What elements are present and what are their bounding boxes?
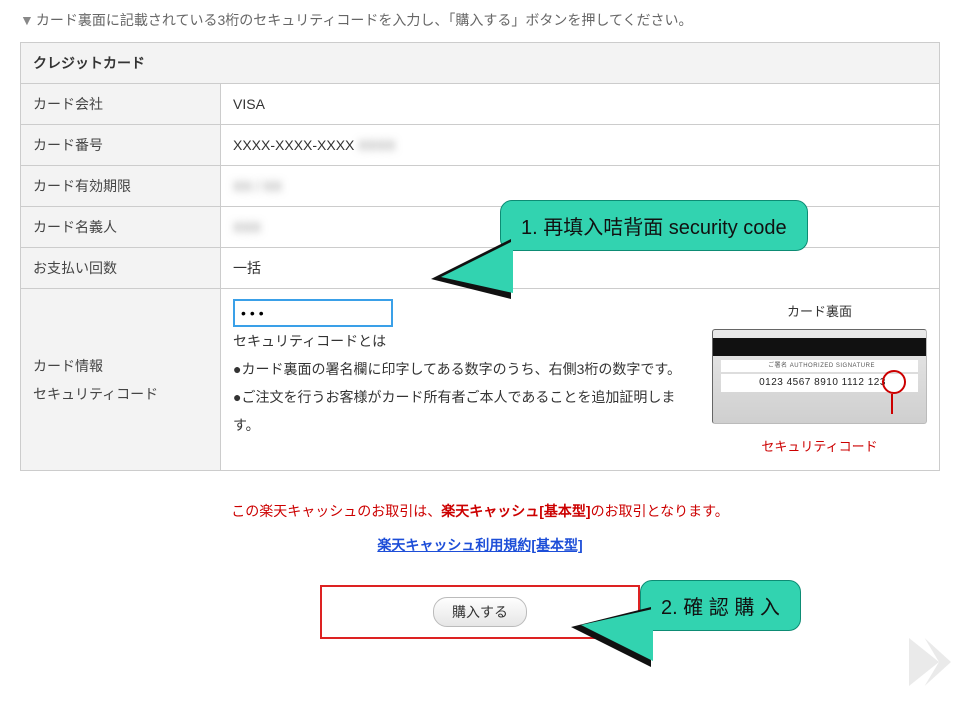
notice-post: のお取引となります。 [591, 503, 729, 519]
notice-pre: この楽天キャッシュのお取引は、 [231, 503, 441, 519]
row-label-number: カード番号 [21, 125, 221, 166]
annotation-callout-1: 1. 再填入咭背面 security code [500, 200, 808, 251]
security-what-is: セキュリティコードとは [233, 327, 692, 355]
row-value-installments: 一括 [221, 248, 940, 289]
security-desc-1: ●カード裏面の署名欄に印字してある数字のうち、右側3桁の数字です。 [233, 355, 692, 383]
next-page-arrow-icon[interactable] [902, 632, 952, 692]
annotation-callout-2: 2. 確 認 購 入 [640, 580, 801, 631]
security-label-line1: カード情報 [33, 358, 103, 374]
row-label-expiry: カード有効期限 [21, 166, 221, 207]
card-back-label: セキュリティコード [712, 434, 927, 460]
terms-link[interactable]: 楽天キャッシュ利用規約[基本型] [20, 535, 940, 555]
card-back-illustration: カード裏面 ご署名 AUTHORIZED SIGNATURE 0123 4567… [712, 299, 927, 460]
card-back-title: カード裏面 [712, 299, 927, 325]
security-code-input[interactable] [233, 299, 393, 327]
triangle-down-icon: ▼ [20, 12, 34, 28]
holder-masked: XXX [233, 219, 261, 235]
magstripe-icon [713, 338, 926, 356]
annotation-callout-1-text: 1. 再填入咭背面 security code [521, 217, 787, 239]
annotation-callout-2-text: 2. 確 認 購 入 [661, 597, 780, 619]
row-label-holder: カード名義人 [21, 207, 221, 248]
buy-button[interactable]: 購入する [433, 597, 527, 627]
top-instruction: ▼カード裏面に記載されている3桁のセキュリティコードを入力し、「購入する」ボタン… [20, 10, 940, 30]
row-label-company: カード会社 [21, 84, 221, 125]
security-code-pointer-icon [891, 394, 893, 414]
row-label-security: カード情報 セキュリティコード [21, 289, 221, 471]
row-value-company: VISA [221, 84, 940, 125]
security-label-line2: セキュリティコード [33, 386, 158, 402]
row-value-number: XXXX-XXXX-XXXX XXXX [221, 125, 940, 166]
row-label-installments: お支払い回数 [21, 248, 221, 289]
card-number-prefix: XXXX-XXXX-XXXX [233, 137, 354, 153]
instruction-text: カード裏面に記載されている3桁のセキュリティコードを入力し、「購入する」ボタンを… [36, 12, 693, 28]
table-header: クレジットカード [21, 43, 940, 84]
transaction-notice: この楽天キャッシュのお取引は、楽天キャッシュ[基本型]のお取引となります。 [20, 501, 940, 521]
expiry-masked: XX / XX [233, 178, 282, 194]
security-desc-2: ●ご注文を行うお客様がカード所有者ご本人であることを追加証明します。 [233, 383, 692, 439]
notice-bold: 楽天キャッシュ[基本型] [441, 503, 590, 519]
security-code-circle-icon [882, 370, 906, 394]
card-back-image: ご署名 AUTHORIZED SIGNATURE 0123 4567 8910 … [712, 329, 927, 424]
card-number-masked: XXXX [358, 137, 395, 153]
